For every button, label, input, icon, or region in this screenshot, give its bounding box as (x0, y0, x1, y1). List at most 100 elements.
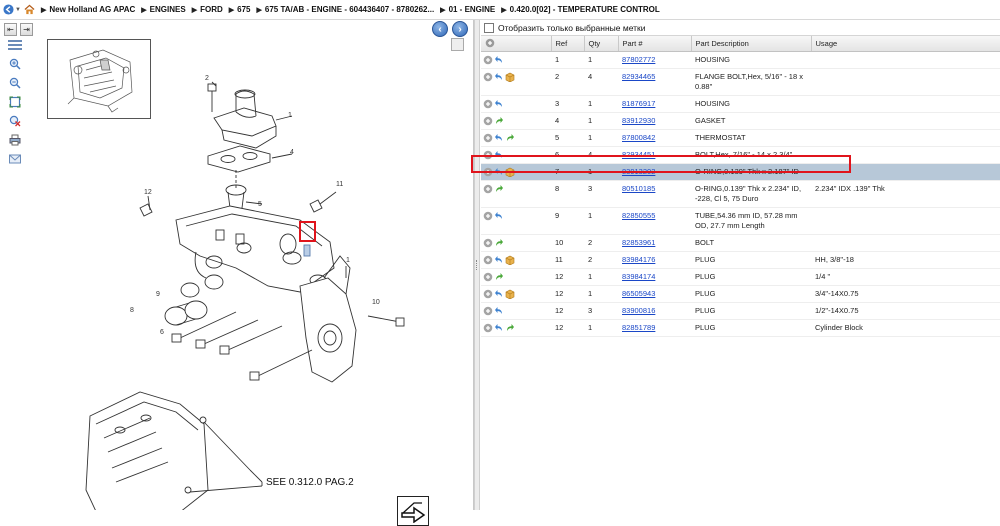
table-row[interactable]: 1 1 87802772 HOUSING (481, 51, 1000, 69)
plus-icon[interactable] (483, 55, 494, 64)
undo-icon[interactable] (494, 72, 505, 81)
part-number-link[interactable]: 82850555 (622, 211, 655, 220)
show-selected-only-checkbox[interactable] (484, 22, 494, 33)
table-row[interactable]: 12 1 86505943 PLUG 3/4"-14X0.75 (481, 285, 1000, 303)
description-cell: PLUG (695, 322, 716, 332)
callout-label: 1 (346, 257, 350, 264)
breadcrumb-item[interactable]: ▶ FORD (192, 5, 223, 14)
undo-icon[interactable] (494, 255, 505, 264)
breadcrumb-item[interactable]: ▶ 675 (229, 5, 251, 14)
table-row[interactable]: 12 1 82851789 PLUG Cylinder Block (481, 319, 1000, 337)
table-row[interactable]: 3 1 81876917 HOUSING (481, 95, 1000, 113)
ref-cell: 10 (555, 237, 564, 247)
plus-icon[interactable] (483, 323, 494, 332)
part-number-link[interactable]: 82851789 (622, 323, 655, 332)
table-header-row: Ref Qty Part # Part Description Usage (481, 36, 1000, 52)
plus-icon[interactable] (483, 99, 494, 108)
undo-icon[interactable] (494, 289, 505, 298)
breadcrumb-item[interactable]: ▶ 675 TA/AB - ENGINE - 604436407 - 878026… (257, 5, 435, 14)
breadcrumb-item[interactable]: ▶ 0.420.0[02] - TEMPERATURE CONTROL (501, 5, 660, 14)
plus-icon[interactable] (483, 238, 494, 247)
part-number-link[interactable]: 82934465 (622, 72, 655, 81)
undo-icon[interactable] (494, 55, 505, 64)
table-row[interactable]: 9 1 82850555 TUBE,54.36 mm ID, 57.28 mm OD,… (481, 207, 1000, 235)
part-number-link[interactable]: 83984176 (622, 255, 655, 264)
col-usage-header[interactable]: Usage (811, 36, 1000, 52)
usage-cell: 2.234" IDX .139" Thk (811, 180, 1000, 208)
plus-icon[interactable] (483, 116, 494, 125)
table-row[interactable]: 12 1 83984174 PLUG 1/4 " (481, 268, 1000, 286)
part-number-link[interactable]: 80510185 (622, 184, 655, 193)
redo-icon[interactable] (505, 323, 516, 332)
redo-icon[interactable] (494, 272, 505, 281)
undo-icon[interactable] (494, 133, 505, 142)
usage-cell (811, 51, 1000, 69)
pane-splitter[interactable] (474, 20, 480, 510)
export-icon[interactable] (397, 496, 429, 526)
splitter-grip[interactable] (476, 260, 478, 270)
part-number-link[interactable]: 83900816 (622, 306, 655, 315)
breadcrumb-label[interactable]: New Holland AG APAC (49, 5, 135, 14)
plus-icon[interactable] (483, 289, 494, 298)
plus-icon[interactable] (483, 306, 494, 315)
table-row[interactable]: 10 2 82853961 BOLT (481, 234, 1000, 252)
expand-all-icon[interactable]: ⇥ (20, 22, 33, 36)
dropdown-icon[interactable]: ▼ (15, 7, 21, 13)
box-icon[interactable] (505, 255, 516, 265)
undo-icon[interactable] (494, 306, 505, 315)
breadcrumb-label[interactable]: ENGINES (150, 5, 186, 14)
breadcrumb-item[interactable]: ▶ New Holland AG APAC (41, 5, 135, 14)
table-row[interactable]: 8 3 80510185 O-RING,0.139" Thk x 2.234" ID,… (481, 180, 1000, 208)
plus-icon[interactable] (483, 184, 494, 193)
part-number-link[interactable]: 87800842 (622, 133, 655, 142)
col-part-header[interactable]: Part # (618, 36, 692, 52)
part-number-link[interactable]: 81876917 (622, 99, 655, 108)
col-qty-header[interactable]: Qty (584, 36, 619, 52)
ref-cell: 8 (555, 183, 560, 193)
table-row[interactable]: 12 3 83900816 PLUG 1/2"-14X0.75 (481, 302, 1000, 320)
part-number-link[interactable]: 82853961 (622, 238, 655, 247)
breadcrumb-label[interactable]: FORD (200, 5, 223, 14)
next-page-button[interactable]: › (452, 21, 468, 37)
breadcrumb-label[interactable]: 01 - ENGINE (449, 5, 496, 14)
undo-icon[interactable] (494, 99, 505, 108)
box-icon[interactable] (505, 289, 516, 299)
box-icon[interactable] (505, 72, 516, 82)
row-actions (481, 51, 551, 69)
exploded-parts-diagram[interactable]: 1 2 4 5 1 8 9 6 10 11 12 (20, 40, 470, 510)
breadcrumb-label[interactable]: 675 TA/AB - ENGINE - 604436407 - 8780262… (265, 5, 434, 14)
table-row[interactable]: 11 2 83984176 PLUG HH, 3/8"-18 (481, 251, 1000, 269)
breadcrumb-label[interactable]: 0.420.0[02] - TEMPERATURE CONTROL (510, 5, 660, 14)
plus-icon[interactable] (483, 211, 494, 220)
breadcrumb-item[interactable]: ▶ 01 - ENGINE (440, 5, 495, 14)
home-icon[interactable] (24, 4, 35, 15)
undo-icon[interactable] (494, 211, 505, 220)
part-number-link[interactable]: 83984174 (622, 272, 655, 281)
redo-icon[interactable] (505, 133, 516, 142)
plus-icon[interactable] (483, 255, 494, 264)
qty-cell: 1 (588, 210, 593, 220)
part-number-link[interactable]: 83912930 (622, 116, 655, 125)
plus-icon[interactable] (483, 72, 494, 81)
highlighted-callout-marker[interactable] (299, 221, 316, 242)
table-row[interactable]: 5 1 87800842 THERMOSTAT (481, 129, 1000, 147)
part-number-link[interactable]: 86505943 (622, 289, 655, 298)
redo-icon[interactable] (494, 116, 505, 125)
select-all-header[interactable] (481, 36, 552, 52)
back-arrow-icon[interactable] (3, 4, 14, 15)
breadcrumb-item[interactable]: ▶ ENGINES (141, 5, 185, 14)
collapse-all-icon[interactable]: ⇤ (4, 22, 17, 36)
col-ref-header[interactable]: Ref (551, 36, 585, 52)
qty-cell: 1 (584, 95, 618, 113)
previous-page-button[interactable]: ‹ (432, 21, 448, 37)
plus-icon[interactable] (483, 272, 494, 281)
table-row[interactable]: 2 4 82934465 FLANGE BOLT,Hex, 5/16" - 18 x … (481, 68, 1000, 96)
plus-icon[interactable] (483, 133, 494, 142)
redo-icon[interactable] (494, 184, 505, 193)
breadcrumb-label[interactable]: 675 (237, 5, 250, 14)
undo-icon[interactable] (494, 323, 505, 332)
col-description-header[interactable]: Part Description (691, 36, 812, 52)
redo-icon[interactable] (494, 238, 505, 247)
part-number-link[interactable]: 87802772 (622, 55, 655, 64)
table-row[interactable]: 4 1 83912930 GASKET (481, 112, 1000, 130)
